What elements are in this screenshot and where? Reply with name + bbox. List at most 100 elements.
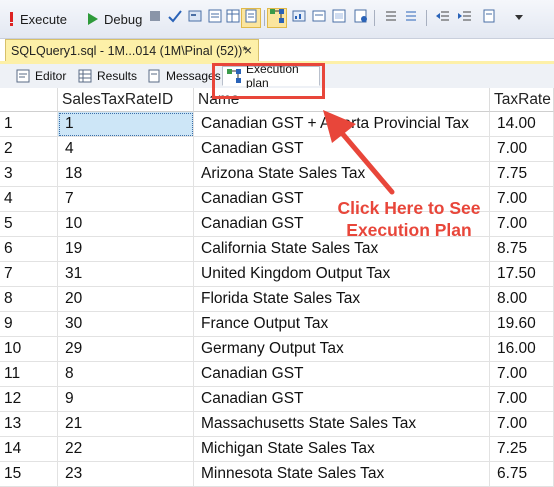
row-number-cell[interactable]: 1 — [0, 112, 58, 137]
table-cell[interactable]: Massachusetts State Sales Tax — [194, 412, 490, 437]
table-cell[interactable]: 1 — [58, 112, 194, 137]
row-number-cell[interactable]: 5 — [0, 212, 58, 237]
live-stats-button[interactable] — [290, 9, 308, 27]
execute-label: Execute — [20, 11, 67, 27]
table-cell[interactable]: 16.00 — [490, 337, 554, 362]
column-header-salestaxrateid[interactable]: SalesTaxRateID — [58, 88, 194, 112]
table-cell[interactable]: Canadian GST — [194, 137, 490, 162]
dropdown-icon — [514, 9, 524, 27]
table-cell[interactable]: 9 — [58, 387, 194, 412]
table-cell[interactable]: 22 — [58, 437, 194, 462]
include-plan-button[interactable] — [267, 8, 287, 29]
table-cell[interactable]: 18 — [58, 162, 194, 187]
row-number-cell[interactable]: 6 — [0, 237, 58, 262]
table-cell[interactable]: 7.25 — [490, 437, 554, 462]
more-button[interactable] — [480, 9, 498, 27]
live-stats-icon — [291, 8, 307, 29]
table-cell[interactable]: Canadian GST — [194, 362, 490, 387]
comment-icon — [383, 8, 399, 29]
table-cell[interactable]: Minnesota State Sales Tax — [194, 462, 490, 487]
table-cell[interactable]: 23 — [58, 462, 194, 487]
query-toolbar: Execute Debug — [0, 0, 554, 39]
row-number-cell[interactable]: 4 — [0, 187, 58, 212]
row-number-cell[interactable]: 7 — [0, 262, 58, 287]
results-to-file-icon — [243, 8, 259, 29]
uncomment-button[interactable] — [402, 9, 420, 27]
row-number-cell[interactable]: 9 — [0, 312, 58, 337]
table-cell[interactable]: 17.50 — [490, 262, 554, 287]
row-number-cell[interactable]: 14 — [0, 437, 58, 462]
row-number-cell[interactable]: 2 — [0, 137, 58, 162]
table-cell[interactable]: Michigan State Sales Tax — [194, 437, 490, 462]
debug-button[interactable]: Debug — [84, 9, 142, 29]
execute-button[interactable]: Execute — [6, 9, 67, 29]
table-row[interactable]: 13 21 Massachusetts State Sales Tax 7.00 — [0, 412, 554, 437]
table-cell[interactable]: 8 — [58, 362, 194, 387]
client-stats-button[interactable] — [310, 9, 328, 27]
parse-button[interactable] — [166, 9, 184, 27]
table-cell[interactable]: 7.75 — [490, 162, 554, 187]
column-header-taxrate[interactable]: TaxRate — [490, 88, 554, 112]
table-row[interactable]: 3 18 Arizona State Sales Tax 7.75 — [0, 162, 554, 187]
table-row[interactable]: 9 30 France Output Tax 19.60 — [0, 312, 554, 337]
table-cell[interactable]: United Kingdom Output Tax — [194, 262, 490, 287]
sqlcmd-mode-button[interactable] — [330, 9, 348, 27]
table-cell[interactable]: 4 — [58, 137, 194, 162]
document-tab-title: SQLQuery1.sql - 1M...014 (1M\Pinal (52))… — [11, 43, 248, 58]
table-row[interactable]: 7 31 United Kingdom Output Tax 17.50 — [0, 262, 554, 287]
table-cell[interactable]: France Output Tax — [194, 312, 490, 337]
outdent-button[interactable] — [434, 9, 452, 27]
stop-button[interactable] — [146, 9, 164, 27]
document-tab[interactable]: SQLQuery1.sql - 1M...014 (1M\Pinal (52))… — [5, 39, 259, 61]
annotation-text: Click Here to See Execution Plan — [300, 197, 518, 241]
table-cell[interactable]: Arizona State Sales Tax — [194, 162, 490, 187]
table-cell[interactable]: 29 — [58, 337, 194, 362]
table-row[interactable]: 10 29 Germany Output Tax 16.00 — [0, 337, 554, 362]
table-row[interactable]: 15 23 Minnesota State Sales Tax 6.75 — [0, 462, 554, 487]
results-to-grid-button[interactable] — [224, 9, 242, 27]
query-options-button[interactable] — [186, 9, 204, 27]
row-number-cell[interactable]: 11 — [0, 362, 58, 387]
table-cell[interactable]: 7.00 — [490, 412, 554, 437]
row-number-cell[interactable]: 13 — [0, 412, 58, 437]
row-number-cell[interactable]: 10 — [0, 337, 58, 362]
table-row[interactable]: 14 22 Michigan State Sales Tax 7.25 — [0, 437, 554, 462]
specify-values-button[interactable] — [352, 9, 370, 27]
table-cell[interactable]: 10 — [58, 212, 194, 237]
indent-button[interactable] — [456, 9, 474, 27]
table-cell[interactable]: 7 — [58, 187, 194, 212]
include-plan-icon — [269, 8, 285, 29]
toolbar-options-button[interactable] — [510, 9, 528, 27]
table-cell[interactable]: 8.00 — [490, 287, 554, 312]
table-cell[interactable]: Germany Output Tax — [194, 337, 490, 362]
table-cell[interactable]: Florida State Sales Tax — [194, 287, 490, 312]
row-number-cell[interactable]: 15 — [0, 462, 58, 487]
table-cell[interactable]: 21 — [58, 412, 194, 437]
table-cell[interactable]: 20 — [58, 287, 194, 312]
table-cell[interactable]: Canadian GST + Alberta Provincial Tax — [194, 112, 490, 137]
results-to-file-button[interactable] — [241, 8, 261, 29]
table-cell[interactable]: 30 — [58, 312, 194, 337]
table-cell[interactable]: 14.00 — [490, 112, 554, 137]
table-cell[interactable]: 7.00 — [490, 387, 554, 412]
row-number-cell[interactable]: 8 — [0, 287, 58, 312]
table-row[interactable]: 2 4 Canadian GST 7.00 — [0, 137, 554, 162]
table-row[interactable]: 1 1 Canadian GST + Alberta Provincial Tax 1… — [0, 112, 554, 137]
table-row[interactable]: 8 20 Florida State Sales Tax 8.00 — [0, 287, 554, 312]
row-number-cell[interactable]: 12 — [0, 387, 58, 412]
table-row[interactable]: 11 8 Canadian GST 7.00 — [0, 362, 554, 387]
table-cell[interactable]: 7.00 — [490, 137, 554, 162]
table-cell[interactable]: 19 — [58, 237, 194, 262]
tab-editor[interactable]: Editor — [12, 66, 70, 86]
table-cell[interactable]: 6.75 — [490, 462, 554, 487]
table-cell[interactable]: 19.60 — [490, 312, 554, 337]
row-number-cell[interactable]: 3 — [0, 162, 58, 187]
table-cell[interactable]: Canadian GST — [194, 387, 490, 412]
results-to-text-button[interactable] — [206, 9, 224, 27]
tab-results[interactable]: Results — [74, 66, 141, 86]
table-cell[interactable]: 7.00 — [490, 362, 554, 387]
comment-button[interactable] — [382, 9, 400, 27]
table-cell[interactable]: 31 — [58, 262, 194, 287]
close-icon[interactable]: × — [244, 42, 252, 58]
table-row[interactable]: 12 9 Canadian GST 7.00 — [0, 387, 554, 412]
